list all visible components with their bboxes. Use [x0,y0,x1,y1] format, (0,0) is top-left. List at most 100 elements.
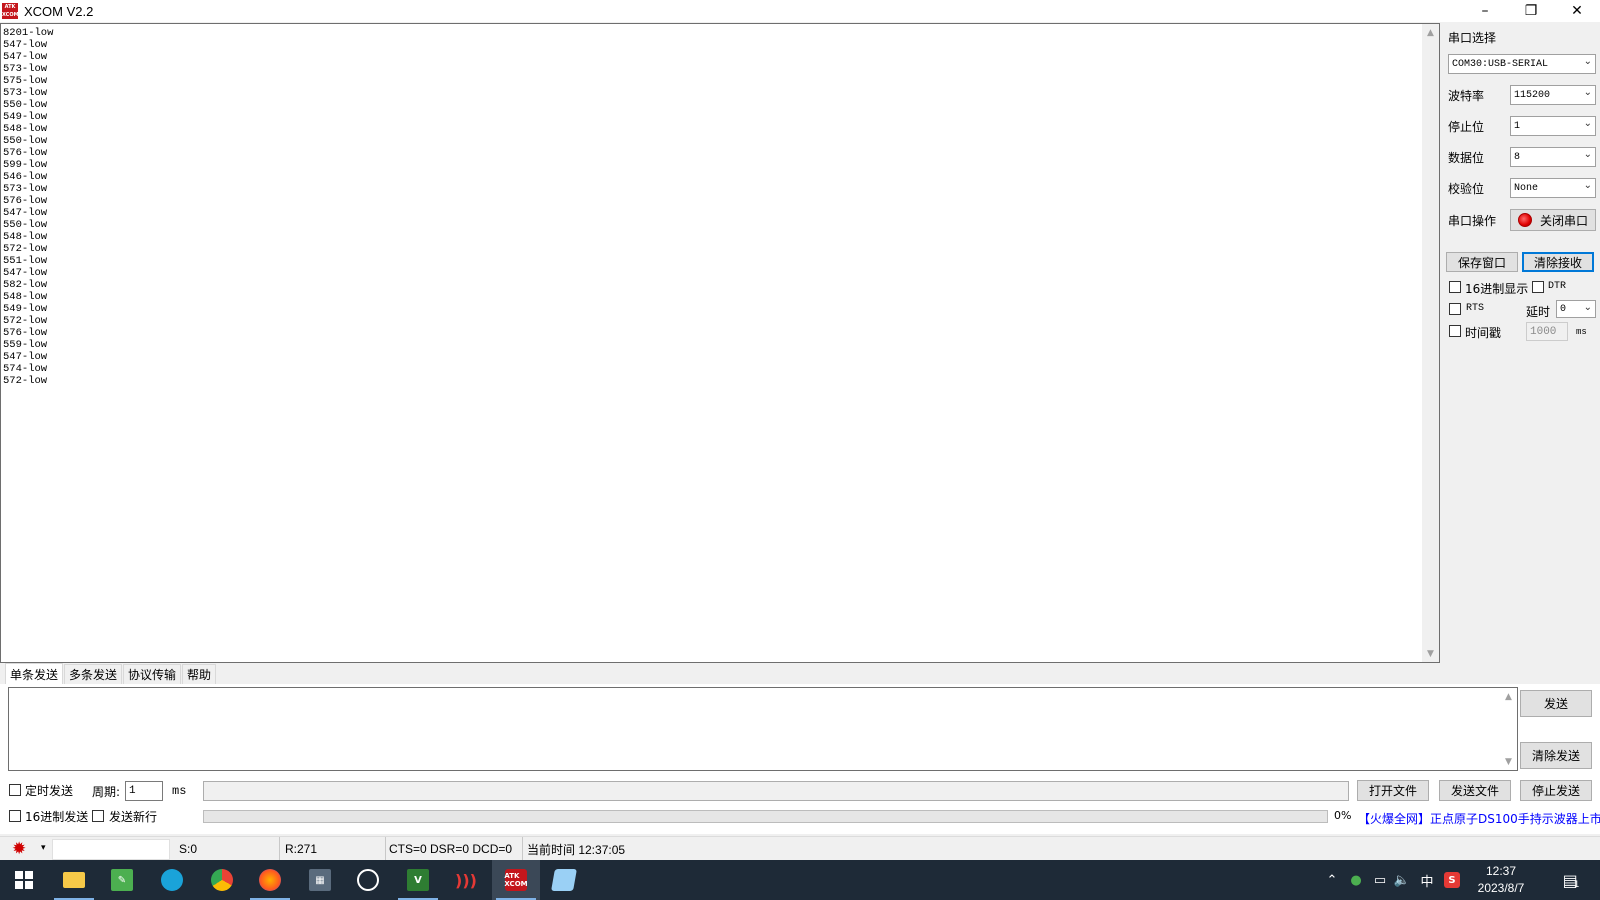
data-bits-select[interactable]: 8 ⌄ [1510,147,1596,167]
receive-scrollbar[interactable]: ▲ ▼ [1422,24,1439,662]
parity-label: 校验位 [1448,182,1485,196]
scroll-down-icon[interactable]: ▼ [1422,645,1439,662]
delay-value: 0 [1560,303,1567,315]
ime-indicator[interactable]: 中 [1414,860,1440,900]
receive-line: 547-low [3,351,48,363]
clear-send-button[interactable]: 清除发送 [1520,742,1592,769]
restore-button[interactable]: ❐ [1508,0,1554,22]
period-unit: ms [172,784,187,798]
receive-line: 574-low [3,363,48,375]
volume-icon[interactable]: 🔈 [1390,860,1414,900]
scroll-down-icon[interactable]: ▼ [1500,753,1517,770]
window-title: XCOM V2.2 [24,3,94,19]
edge-icon[interactable] [148,860,196,900]
gear-icon[interactable]: ✹ [12,840,26,858]
receive-line: 572-low [3,315,48,327]
timestamp-unit: ms [1576,327,1587,337]
tab-protocol[interactable]: 协议传输 [123,664,182,684]
send-newline-checkbox[interactable] [92,810,104,822]
sogou-icon[interactable]: S [1440,860,1464,900]
xcom-icon[interactable]: ATK XCOM [492,860,540,900]
send-newline-label: 发送新行 [109,810,158,824]
status-led-icon [1517,213,1532,227]
chatgpt-icon[interactable] [344,860,392,900]
receive-line: 549-low [3,303,48,315]
app-icon[interactable] [540,860,588,900]
status-input[interactable] [52,839,170,860]
scroll-up-icon[interactable]: ▲ [1422,24,1439,41]
notification-icon[interactable]: ▤ 1 [1556,860,1586,900]
hex-display-checkbox[interactable] [1449,281,1461,293]
save-window-button[interactable]: 保存窗口 [1446,252,1518,272]
stop-bits-select[interactable]: 1 ⌄ [1510,116,1596,136]
parity-select[interactable]: None ⌄ [1510,178,1596,198]
file-explorer-icon[interactable] [50,860,98,900]
network-icon[interactable]: ▭ [1368,860,1392,900]
windows-start-icon[interactable] [0,860,48,900]
port-value: COM30:USB-SERIAL [1452,58,1549,70]
chrome-icon[interactable] [198,860,246,900]
chevron-down-icon: ⌄ [1583,150,1592,161]
receive-line: 546-low [3,171,48,183]
send-button[interactable]: 发送 [1520,690,1592,717]
send-file-button[interactable]: 发送文件 [1439,780,1511,801]
receive-line: 8201-low [3,27,54,39]
timestamp-checkbox[interactable] [1449,325,1461,337]
data-bits-label: 数据位 [1448,151,1485,165]
send-textarea[interactable]: ▲ ▼ [8,687,1518,771]
baud-select[interactable]: 115200 ⌄ [1510,85,1596,105]
firefox-icon[interactable] [246,860,294,900]
tab-multi-send[interactable]: 多条发送 [64,664,123,684]
dtr-label: DTR [1548,281,1567,292]
chevron-down-icon: ⌄ [1583,88,1592,99]
tab-single-send[interactable]: 单条发送 [5,663,64,684]
receive-textarea[interactable]: 8201-low 547-low 547-low 573-low 575-low 573-… [0,23,1440,663]
serial-tool-icon[interactable]: ))) [442,860,490,900]
calculator-icon[interactable]: ▦ [296,860,344,900]
baud-value: 115200 [1514,89,1551,101]
wechat-icon[interactable]: ● [1344,860,1368,900]
close-port-button[interactable]: 关闭串口 [1510,209,1596,231]
timestamp-label: 时间戳 [1465,326,1502,340]
dtr-checkbox[interactable] [1532,281,1544,293]
notification-count: 1 [1573,880,1580,890]
receive-line: 550-low [3,135,48,147]
receive-line: 547-low [3,207,48,219]
minimize-button[interactable]: – [1462,0,1508,22]
file-path-field[interactable] [203,781,1349,801]
baud-label: 波特率 [1448,89,1485,103]
stop-send-button[interactable]: 停止发送 [1520,780,1592,801]
receive-line: 575-low [3,75,48,87]
ad-link[interactable]: 【火爆全网】正点原子DS100手持示波器上市 [1358,810,1600,827]
hex-send-checkbox[interactable] [9,810,21,822]
system-clock[interactable]: 12:37 2023/8/7 [1462,863,1540,897]
close-button[interactable]: ✕ [1554,0,1600,22]
clock-date: 2023/8/7 [1477,881,1525,895]
receive-line: 599-low [3,159,48,171]
open-file-button[interactable]: 打开文件 [1357,780,1429,801]
receive-line: 572-low [3,375,48,387]
receive-line: 547-low [3,39,48,51]
chevron-up-icon[interactable]: ⌃ [1320,860,1344,900]
period-input[interactable]: 1 [125,781,163,801]
chevron-down-icon: ⌄ [1583,181,1592,192]
receive-line: 549-low [3,111,48,123]
delay-select[interactable]: 0 ⌄ [1556,300,1596,318]
progress-percent: 0% [1334,809,1352,822]
sent-count: S:0 [176,837,280,861]
chevron-down-icon[interactable]: ▾ [41,843,46,853]
rts-checkbox[interactable] [1449,303,1461,315]
vscode-icon[interactable]: V [394,860,442,900]
scroll-up-icon[interactable]: ▲ [1500,688,1517,705]
tab-help[interactable]: 帮助 [182,664,217,684]
stop-bits-value: 1 [1514,120,1521,132]
notepad-icon[interactable]: ✎ [98,860,146,900]
timed-send-checkbox[interactable] [9,784,21,796]
port-operation-label: 串口操作 [1448,214,1497,228]
send-scrollbar[interactable]: ▲ ▼ [1500,688,1517,770]
timestamp-input[interactable]: 1000 [1526,322,1568,341]
port-select[interactable]: COM30:USB-SERIAL ⌄ [1448,54,1596,74]
clear-receive-button[interactable]: 清除接收 [1522,252,1594,272]
chevron-down-icon: ⌄ [1583,119,1592,130]
clock-time: 12:37 [1485,864,1517,878]
